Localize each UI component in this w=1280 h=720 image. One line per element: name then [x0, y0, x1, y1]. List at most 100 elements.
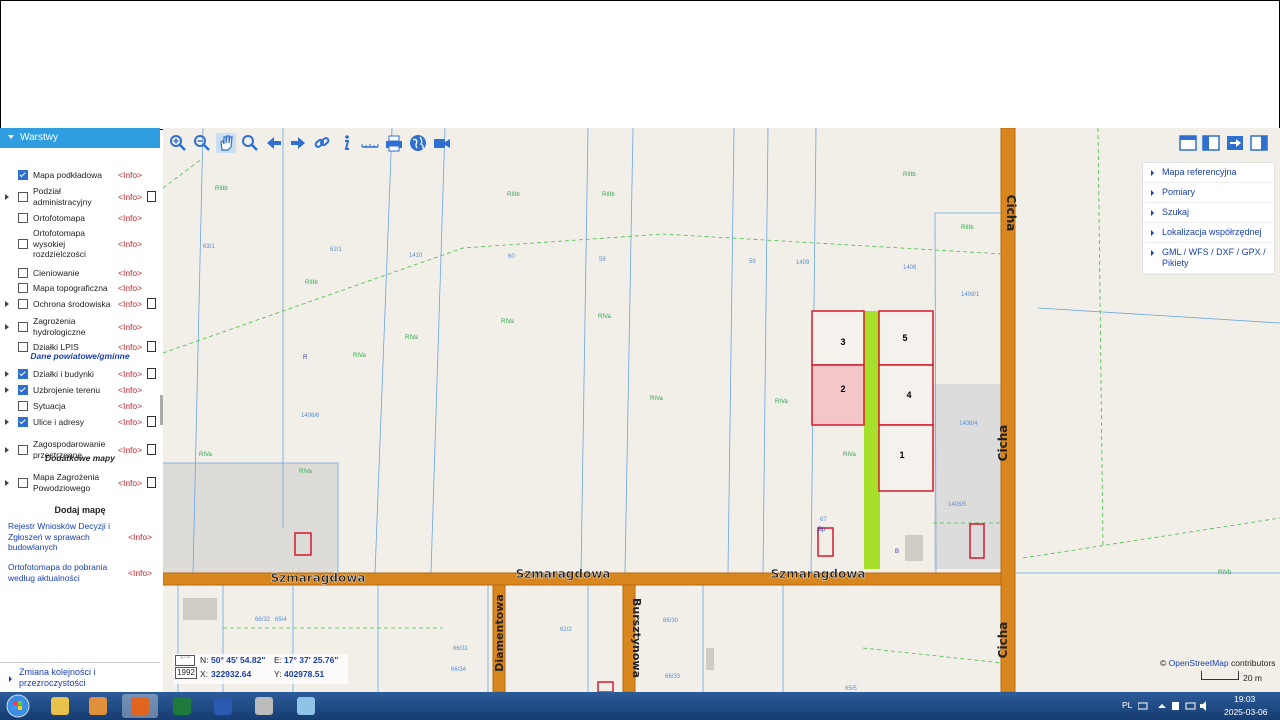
paint-icon[interactable] — [288, 694, 324, 718]
layer-info-link[interactable]: <Info> — [118, 283, 142, 293]
clock-time[interactable]: 19:03 — [1234, 694, 1255, 704]
layout-exit-icon[interactable] — [1226, 135, 1244, 151]
layer-info-link[interactable]: <Info> — [118, 170, 142, 180]
panel-lokalizacja[interactable]: Lokalizacja współrzędnej — [1143, 223, 1274, 243]
panel-szukaj[interactable]: Szukaj — [1143, 203, 1274, 223]
camera-icon[interactable] — [432, 133, 452, 153]
layer-checkbox[interactable] — [18, 170, 28, 181]
legend-document-icon[interactable] — [147, 476, 156, 488]
layer-info-link[interactable]: <Info> — [118, 192, 142, 202]
layer-checkbox[interactable] — [18, 191, 28, 202]
coord-y-value: 402978.51 — [284, 669, 325, 679]
layer-info-link[interactable]: <Info> — [118, 213, 142, 223]
zoom-in-icon[interactable] — [168, 133, 188, 153]
expand-arrow-icon[interactable] — [5, 479, 9, 486]
legend-document-icon[interactable] — [147, 190, 156, 202]
excel-icon[interactable] — [164, 694, 200, 718]
expand-arrow-icon[interactable] — [5, 387, 9, 394]
link-rejestr[interactable]: Rejestr Wniosków Decyzji i Zgłoszeń w sp… — [8, 521, 120, 553]
layer-info-link[interactable]: <Info> — [118, 478, 142, 488]
layer-checkbox[interactable] — [18, 385, 28, 396]
legend-document-icon[interactable] — [147, 298, 156, 310]
clock-date[interactable]: 2025-03-06 — [1224, 707, 1267, 717]
globe-icon[interactable] — [408, 133, 428, 153]
print-icon[interactable] — [384, 133, 404, 153]
map-canvas[interactable]: 3 2 5 4 1 Szmaragdowa Szmaragdowa Szmara… — [163, 128, 1280, 692]
layer-info-link[interactable]: <Info> — [118, 239, 142, 249]
layout-split-icon[interactable] — [1202, 135, 1220, 151]
crs-selector[interactable]: 1992 — [175, 667, 197, 679]
layer-checkbox[interactable] — [18, 213, 28, 224]
layer-label: Zagrożenia hydrologiczne — [33, 316, 86, 337]
word-icon[interactable] — [205, 694, 241, 718]
info-ortofotomapa-download[interactable]: <Info> — [128, 568, 152, 578]
panel-pomiary[interactable]: Pomiary — [1143, 183, 1274, 203]
expand-arrow-icon[interactable] — [5, 323, 9, 330]
info-icon[interactable] — [336, 133, 356, 153]
flag-icon[interactable] — [1172, 702, 1179, 710]
keyboard-icon[interactable] — [1138, 702, 1148, 710]
media-player-icon[interactable] — [80, 694, 116, 718]
layer-checkbox[interactable] — [18, 369, 28, 380]
osm-link[interactable]: OpenStreetMap — [1169, 658, 1229, 668]
measure-icon[interactable] — [360, 133, 380, 153]
layer-info-link[interactable]: <Info> — [118, 417, 142, 427]
plot-label-5: 5 — [902, 333, 907, 343]
start-orb-icon[interactable] — [0, 694, 36, 718]
layer-info-link[interactable]: <Info> — [118, 401, 142, 411]
expand-arrow-icon[interactable] — [5, 419, 9, 426]
expand-arrow-icon[interactable] — [5, 193, 9, 200]
layers-header[interactable]: Warstwy — [0, 128, 160, 148]
back-arrow-icon[interactable] — [264, 133, 284, 153]
layer-checkbox[interactable] — [18, 283, 28, 294]
expand-arrow-icon[interactable] — [5, 371, 9, 378]
explorer-icon[interactable] — [42, 694, 78, 718]
plot-1[interactable] — [878, 424, 934, 492]
volume-icon[interactable] — [1200, 701, 1206, 711]
zoom-box-icon[interactable] — [240, 133, 260, 153]
link-icon[interactable] — [312, 133, 332, 153]
legend-document-icon[interactable] — [147, 368, 156, 380]
layer-checkbox[interactable] — [18, 299, 28, 310]
layer-checkbox[interactable] — [18, 417, 28, 428]
layout-side-icon[interactable] — [1250, 135, 1268, 151]
link-ortofotomapa-download[interactable]: Ortofotomapa do pobrania według aktualno… — [8, 562, 120, 583]
expand-arrow-icon[interactable] — [5, 301, 9, 308]
layer-info-link[interactable]: <Info> — [118, 369, 142, 379]
map-label: RIVa — [299, 469, 313, 475]
panel-mapa-referencyjna[interactable]: Mapa referencyjna — [1143, 163, 1274, 183]
layer-info-link[interactable]: <Info> — [118, 385, 142, 395]
plot-2[interactable] — [811, 364, 865, 426]
layer-info-link[interactable]: <Info> — [118, 322, 142, 332]
calculator-icon[interactable] — [246, 694, 282, 718]
map-label: 66/33 — [665, 674, 681, 680]
map-label: 1410 — [409, 253, 423, 259]
forward-arrow-icon[interactable] — [288, 133, 308, 153]
layer-checkbox[interactable] — [18, 401, 28, 412]
map-label: RIVa — [650, 396, 664, 402]
layer-checkbox[interactable] — [18, 477, 28, 488]
pan-hand-icon[interactable] — [216, 133, 236, 153]
legend-document-icon[interactable] — [147, 416, 156, 428]
layer-order-footer[interactable]: Zmiana kolejności i przezroczystości — [0, 662, 160, 693]
layer-checkbox[interactable] — [18, 268, 28, 279]
map-label: 66/34 — [451, 667, 467, 673]
layer-checkbox[interactable] — [18, 321, 28, 332]
firefox-icon[interactable] — [122, 694, 158, 718]
layer-info-link[interactable]: <Info> — [118, 299, 142, 309]
show-hidden-icon[interactable] — [1158, 704, 1166, 708]
layer-info-link[interactable]: <Info> — [118, 268, 142, 278]
expand-triangle-icon — [9, 676, 12, 682]
layer-order-link[interactable]: Zmiana kolejności i przezroczystości — [19, 667, 139, 689]
zoom-out-icon[interactable] — [192, 133, 212, 153]
coord-n-value: 50° 45' 54.82" — [211, 655, 266, 665]
input-language[interactable]: PL — [1122, 700, 1132, 710]
layout-top-icon[interactable] — [1179, 135, 1197, 151]
plot-3[interactable] — [811, 310, 865, 366]
panel-export[interactable]: GML / WFS / DXF / GPX / Pikiety — [1143, 243, 1274, 274]
layer-checkbox[interactable] — [18, 238, 28, 249]
network-icon[interactable] — [1185, 702, 1196, 710]
info-rejestr[interactable]: <Info> — [128, 532, 152, 542]
expand-arrow-icon[interactable] — [5, 446, 9, 453]
coord-format-button[interactable]: ° ' " — [175, 655, 195, 666]
